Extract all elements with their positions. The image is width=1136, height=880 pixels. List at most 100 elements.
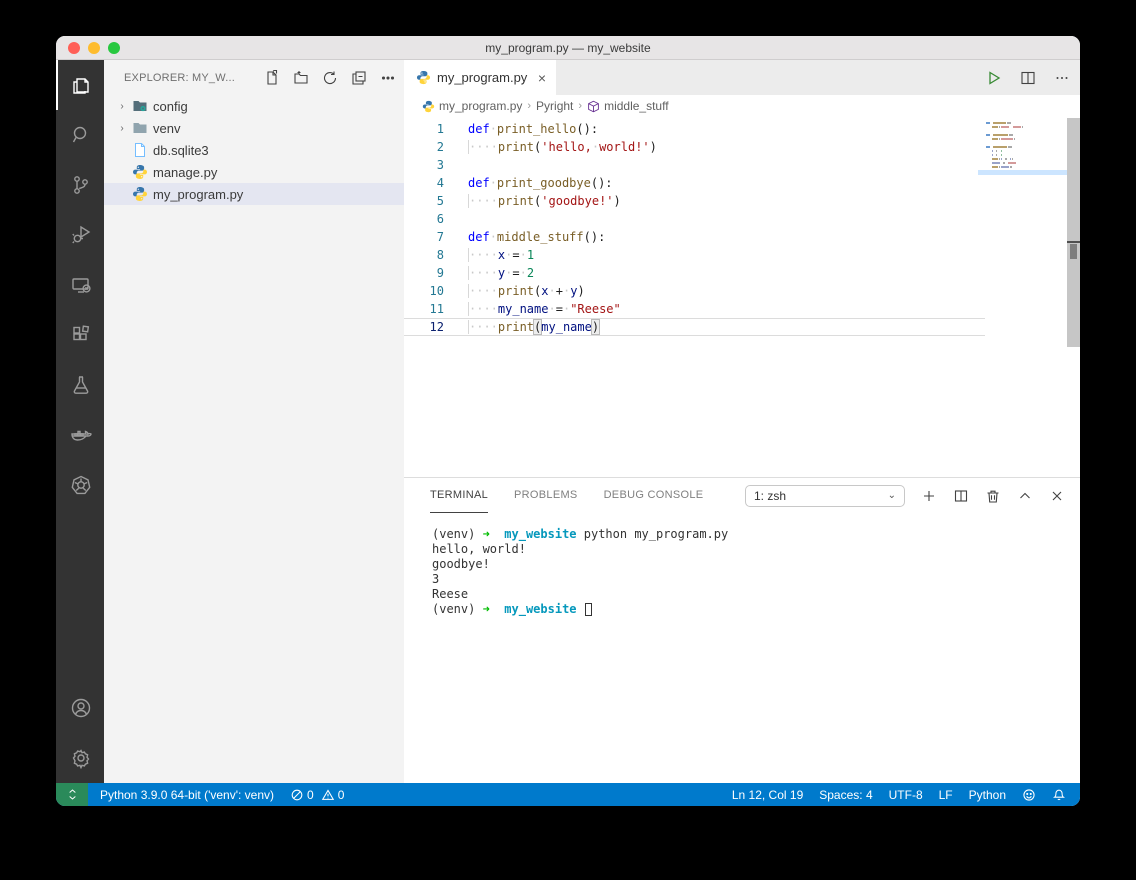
- tab-label: my_program.py: [437, 70, 527, 85]
- error-icon: [290, 788, 304, 802]
- code-text: def·print_goodbye():: [468, 174, 613, 192]
- panel-tab-problems[interactable]: PROBLEMS: [514, 478, 578, 513]
- code-text: ····x·=·1: [468, 246, 534, 264]
- tab-my-program[interactable]: my_program.py ×: [404, 60, 556, 95]
- activity-kubernetes[interactable]: [56, 460, 104, 510]
- editor-tab-bar: my_program.py ×: [404, 60, 1080, 95]
- tab-close-icon[interactable]: ×: [538, 71, 546, 85]
- editor-scrollbar[interactable]: [1067, 118, 1080, 347]
- explorer-header-title: EXPLORER: MY_W...: [124, 72, 264, 84]
- code-line-2[interactable]: 2····print('hello,·world!'): [404, 138, 985, 156]
- beaker-icon: [69, 373, 93, 397]
- python-icon: [416, 70, 431, 85]
- terminal-shell-select[interactable]: 1: zsh ⌄: [745, 485, 905, 507]
- more-actions-icon[interactable]: [380, 70, 396, 86]
- code-line-3[interactable]: 3: [404, 156, 985, 174]
- code-line-9[interactable]: 9····y·=·2: [404, 264, 985, 282]
- cursor-position-status[interactable]: Ln 12, Col 19: [732, 788, 803, 802]
- code-line-12[interactable]: 12····print(my_name): [404, 318, 985, 336]
- line-number: 2: [404, 138, 444, 156]
- file-name: db.sqlite3: [153, 143, 209, 158]
- scrollbar-handle[interactable]: [1070, 244, 1077, 259]
- new-file-icon[interactable]: [264, 70, 280, 86]
- python-icon: [132, 164, 148, 180]
- code-line-8[interactable]: 8····x·=·1: [404, 246, 985, 264]
- breadcrumb-separator: ›: [527, 100, 531, 112]
- terminal-line: goodbye!: [432, 557, 1080, 572]
- new-terminal-icon[interactable]: [921, 488, 937, 504]
- new-folder-icon[interactable]: [293, 70, 309, 86]
- activity-run-debug[interactable]: [56, 210, 104, 260]
- file-row-my_program.py[interactable]: my_program.py: [104, 183, 404, 205]
- code-line-11[interactable]: 11····my_name·=·"Reese": [404, 300, 985, 318]
- notifications-bell-icon[interactable]: [1052, 788, 1066, 802]
- breadcrumb-pyright[interactable]: Pyright: [536, 99, 573, 113]
- python-icon: [422, 100, 435, 113]
- terminal-line: hello, world!: [432, 542, 1080, 557]
- zoom-window-button[interactable]: [108, 42, 120, 54]
- remote-indicator[interactable]: [56, 783, 88, 806]
- indentation-status[interactable]: Spaces: 4: [819, 788, 872, 802]
- kill-terminal-icon[interactable]: [985, 488, 1001, 504]
- terminal-line: (venv) ➜ my_website: [432, 602, 1080, 617]
- code-line-5[interactable]: 5····print('goodbye!'): [404, 192, 985, 210]
- git-branch-icon: [69, 173, 93, 197]
- collapse-all-icon[interactable]: [351, 70, 367, 86]
- refresh-icon[interactable]: [322, 70, 338, 86]
- code-text: def·print_hello():: [468, 120, 598, 138]
- panel-tab-terminal[interactable]: TERMINAL: [430, 478, 488, 513]
- file-name: manage.py: [153, 165, 217, 180]
- code-line-1[interactable]: 1def·print_hello():: [404, 120, 985, 138]
- split-editor-icon[interactable]: [1020, 70, 1036, 86]
- chevron-down-icon: ⌄: [888, 490, 896, 501]
- run-file-icon[interactable]: [986, 70, 1002, 86]
- code-text: ····print(x·+·y): [468, 282, 585, 300]
- eol-status[interactable]: LF: [939, 788, 953, 802]
- code-text: ····my_name·=·"Reese": [468, 300, 621, 318]
- python-interpreter-status[interactable]: Python 3.9.0 64-bit ('venv': venv): [100, 788, 274, 802]
- close-window-button[interactable]: [68, 42, 80, 54]
- panel-tab-debug-console[interactable]: DEBUG CONSOLE: [604, 478, 704, 513]
- activity-docker[interactable]: [56, 410, 104, 460]
- file-row-venv[interactable]: ›venv: [104, 117, 404, 139]
- problems-status[interactable]: 0 0: [290, 788, 344, 802]
- activity-search[interactable]: [56, 110, 104, 160]
- activity-account[interactable]: [56, 683, 104, 733]
- debug-icon: [69, 223, 93, 247]
- files-icon: [69, 73, 93, 97]
- code-line-4[interactable]: 4def·print_goodbye():: [404, 174, 985, 192]
- activity-remote-explorer[interactable]: [56, 260, 104, 310]
- code-line-10[interactable]: 10····print(x·+·y): [404, 282, 985, 300]
- minimap[interactable]: [986, 122, 1064, 175]
- file-row-manage.py[interactable]: manage.py: [104, 161, 404, 183]
- file-name: my_program.py: [153, 187, 243, 202]
- code-editor[interactable]: 1def·print_hello():2····print('hello,·wo…: [404, 117, 1080, 477]
- activity-source-control[interactable]: [56, 160, 104, 210]
- shell-select-value: 1: zsh: [754, 489, 786, 503]
- code-line-7[interactable]: 7def·middle_stuff():: [404, 228, 985, 246]
- activity-testing[interactable]: [56, 360, 104, 410]
- traffic-lights: [68, 42, 120, 54]
- activity-settings[interactable]: [56, 733, 104, 783]
- breadcrumb-file[interactable]: my_program.py: [422, 99, 522, 113]
- activity-extensions[interactable]: [56, 310, 104, 360]
- file-tree: ›config›venv db.sqlite3 manage.py my_progra…: [104, 95, 404, 205]
- terminal-output[interactable]: (venv) ➜ my_website python my_program.py…: [404, 513, 1080, 783]
- encoding-status[interactable]: UTF-8: [889, 788, 923, 802]
- feedback-smiley-icon[interactable]: [1022, 788, 1036, 802]
- terminal-cursor: [585, 603, 592, 616]
- python-icon: [132, 186, 148, 202]
- more-editor-actions-icon[interactable]: [1054, 70, 1070, 86]
- activity-explorer[interactable]: [56, 60, 104, 110]
- file-row-config[interactable]: ›config: [104, 95, 404, 117]
- maximize-panel-icon[interactable]: [1017, 488, 1033, 504]
- split-terminal-icon[interactable]: [953, 488, 969, 504]
- breadcrumb-symbol[interactable]: middle_stuff: [587, 99, 668, 113]
- breadcrumb-separator: ›: [578, 100, 582, 112]
- status-bar: Python 3.9.0 64-bit ('venv': venv) 0 0 L…: [56, 783, 1080, 806]
- close-panel-icon[interactable]: [1049, 488, 1065, 504]
- code-line-6[interactable]: 6: [404, 210, 985, 228]
- minimize-window-button[interactable]: [88, 42, 100, 54]
- file-row-db.sqlite3[interactable]: db.sqlite3: [104, 139, 404, 161]
- language-mode-status[interactable]: Python: [969, 788, 1006, 802]
